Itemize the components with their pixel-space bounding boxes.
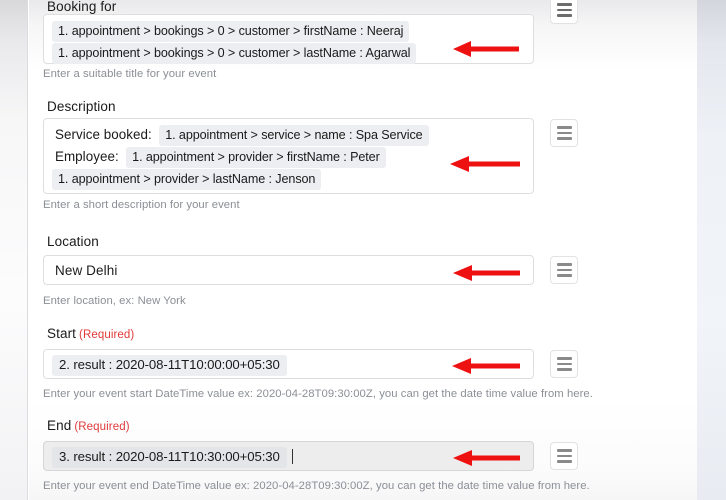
- field-helper-location: Enter location, ex: New York: [43, 295, 186, 307]
- label-text: Start: [47, 326, 77, 341]
- token-line: 1. appointment > provider > lastName : J…: [52, 168, 525, 190]
- value-chip[interactable]: 1. appointment > bookings > 0 > customer…: [52, 43, 417, 64]
- value-chip[interactable]: 1. appointment > provider > lastName : J…: [52, 169, 322, 190]
- start-input[interactable]: 2. result : 2020-08-11T10:00:00+05:30: [43, 349, 534, 379]
- token-line: 3. result : 2020-08-11T10:30:00+05:30: [52, 446, 525, 468]
- token-line: Service booked: 1. appointment > service…: [52, 124, 525, 146]
- field-label-booking-for: Booking for: [47, 0, 117, 14]
- token-line: Employee: 1. appointment > provider > fi…: [52, 146, 525, 168]
- right-gutter: [697, 0, 726, 500]
- value-chip[interactable]: 1. appointment > provider > firstName : …: [126, 147, 386, 168]
- booking-for-input[interactable]: 1. appointment > bookings > 0 > customer…: [43, 14, 534, 64]
- field-helper-description: Enter a short description for your event: [43, 199, 240, 211]
- field-label-end: End (Required): [47, 417, 130, 436]
- field-label-description: Description: [47, 99, 116, 114]
- field-label-location: Location: [47, 234, 99, 249]
- hamburger-icon[interactable]: [550, 442, 578, 470]
- left-gutter: [0, 0, 28, 500]
- location-input[interactable]: New Delhi: [43, 255, 534, 285]
- inline-label: Service booked:: [55, 127, 152, 142]
- required-marker: (Required): [74, 421, 130, 433]
- text-caret: [291, 449, 293, 464]
- field-label-start: Start (Required): [47, 325, 134, 344]
- location-value: New Delhi: [55, 262, 118, 278]
- value-chip[interactable]: 1. appointment > service > name : Spa Se…: [159, 125, 429, 146]
- hamburger-icon[interactable]: [550, 350, 578, 378]
- hamburger-icon[interactable]: [550, 0, 578, 24]
- token-line: 2. result : 2020-08-11T10:00:00+05:30: [52, 354, 525, 376]
- value-chip[interactable]: 1. appointment > bookings > 0 > customer…: [52, 21, 410, 42]
- field-helper-start: Enter your event start DateTime value ex…: [43, 388, 593, 400]
- end-input[interactable]: 3. result : 2020-08-11T10:30:00+05:30: [43, 441, 534, 471]
- hamburger-icon[interactable]: [550, 119, 578, 147]
- screenshot-root: Booking for 1. appointment > bookings > …: [0, 0, 726, 500]
- hamburger-icon[interactable]: [550, 256, 578, 284]
- token-line: 1. appointment > bookings > 0 > customer…: [52, 42, 525, 64]
- value-chip[interactable]: 2. result : 2020-08-11T10:00:00+05:30: [52, 355, 287, 376]
- field-helper-end: Enter your event end DateTime value ex: …: [43, 480, 590, 492]
- event-form-panel: Booking for 1. appointment > bookings > …: [29, 0, 697, 500]
- description-input[interactable]: Service booked: 1. appointment > service…: [43, 118, 534, 194]
- inline-label: Employee:: [55, 149, 119, 164]
- value-chip[interactable]: 3. result : 2020-08-11T10:30:00+05:30: [52, 447, 287, 468]
- field-helper-booking-for: Enter a suitable title for your event: [43, 68, 217, 80]
- label-text: End: [47, 418, 72, 433]
- required-marker: (Required): [79, 329, 135, 341]
- token-line: 1. appointment > bookings > 0 > customer…: [52, 20, 525, 42]
